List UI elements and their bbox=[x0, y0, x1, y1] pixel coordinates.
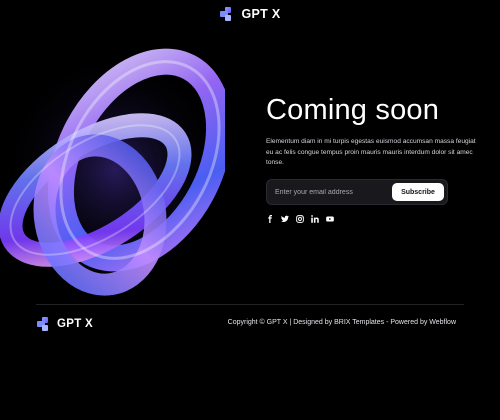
page-title: Coming soon bbox=[266, 94, 440, 126]
glass-rings-illustration bbox=[0, 40, 233, 300]
footer-divider bbox=[36, 304, 464, 305]
logo-icon[interactable] bbox=[219, 7, 235, 21]
brand-name[interactable]: GPT X bbox=[241, 7, 280, 21]
copyright-text: Copyright © GPT X | Designed by BRIX Tem… bbox=[227, 319, 456, 326]
instagram-icon[interactable] bbox=[296, 215, 304, 223]
footer-brand-name: GPT X bbox=[57, 318, 94, 330]
social-links bbox=[266, 215, 334, 223]
subscribe-button[interactable]: Subscribe bbox=[392, 183, 444, 201]
hero-section: Coming soon Elementum diam in mi turpis … bbox=[266, 96, 481, 169]
hero-description: Elementum diam in mi turpis egestas euis… bbox=[266, 138, 476, 166]
facebook-icon[interactable] bbox=[266, 215, 274, 223]
email-input[interactable] bbox=[267, 180, 387, 204]
subscribe-form: Subscribe bbox=[266, 179, 448, 205]
youtube-icon[interactable] bbox=[326, 215, 334, 223]
linkedin-icon[interactable] bbox=[311, 215, 319, 223]
twitter-icon[interactable] bbox=[281, 215, 289, 223]
header: GPT X bbox=[0, 7, 500, 21]
footer-logo[interactable]: GPT X bbox=[36, 317, 93, 331]
logo-icon bbox=[36, 317, 52, 331]
